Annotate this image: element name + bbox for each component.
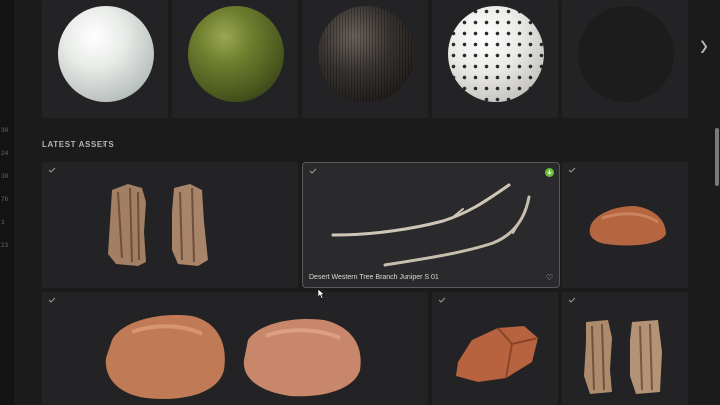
asset-card-rock-chunk[interactable] — [432, 292, 558, 405]
small-pillars-thumbnail — [584, 320, 662, 394]
asset-card-boulders[interactable] — [42, 292, 428, 405]
material-card-moss[interactable] — [172, 0, 298, 118]
material-card-fabric[interactable] — [302, 0, 428, 118]
asset-browser: 30 24 30 76 1 23 › LATEST ASSETS › Deser… — [0, 0, 720, 405]
marble-sphere-thumbnail — [58, 6, 154, 102]
sidebar-count: 1 — [1, 219, 5, 226]
check-icon — [568, 167, 576, 173]
download-icon[interactable] — [545, 168, 554, 177]
asset-card-tree-branch[interactable]: Desert Western Tree Branch Juniper S 01 … — [302, 162, 560, 288]
rock-pillars-thumbnail — [108, 184, 208, 266]
asset-card-small-pillars[interactable] — [562, 292, 688, 405]
square-tile-sphere-thumbnail — [578, 6, 674, 102]
check-icon — [568, 297, 576, 303]
boulders-thumbnail — [105, 315, 361, 399]
heart-icon[interactable]: ♡ — [546, 273, 553, 282]
sidebar-count: 24 — [1, 150, 9, 157]
mouse-cursor-icon — [318, 289, 325, 299]
material-card-square-tile[interactable] — [562, 0, 688, 118]
floral-tile-sphere-thumbnail — [448, 6, 544, 102]
check-icon — [438, 297, 446, 303]
tree-branch-thumbnail — [331, 183, 531, 267]
sidebar-count: 76 — [1, 196, 9, 203]
sidebar-count: 23 — [1, 242, 9, 249]
asset-title[interactable]: Desert Western Tree Branch Juniper S 01 — [309, 274, 439, 281]
asset-card-flat-rock[interactable] — [562, 162, 688, 288]
chevron-right-icon[interactable]: › — [102, 139, 105, 150]
sidebar-count: 30 — [1, 173, 9, 180]
material-card-floral-tile[interactable] — [432, 0, 558, 118]
check-icon — [48, 297, 56, 303]
rock-chunk-thumbnail — [456, 326, 539, 382]
flat-rock-thumbnail — [589, 206, 666, 246]
asset-card-rock-pillars[interactable] — [42, 162, 298, 288]
sidebar-count: 30 — [1, 127, 9, 134]
material-card-marble[interactable] — [42, 0, 168, 118]
left-sidebar: 30 24 30 76 1 23 — [0, 0, 14, 405]
fabric-sphere-thumbnail — [318, 6, 414, 102]
moss-sphere-thumbnail — [188, 6, 284, 102]
check-icon — [48, 167, 56, 173]
check-icon — [309, 168, 317, 174]
scrollbar-track[interactable] — [714, 0, 720, 405]
carousel-next-chevron-icon[interactable]: › — [700, 28, 708, 64]
scrollbar-thumb[interactable] — [715, 128, 719, 186]
